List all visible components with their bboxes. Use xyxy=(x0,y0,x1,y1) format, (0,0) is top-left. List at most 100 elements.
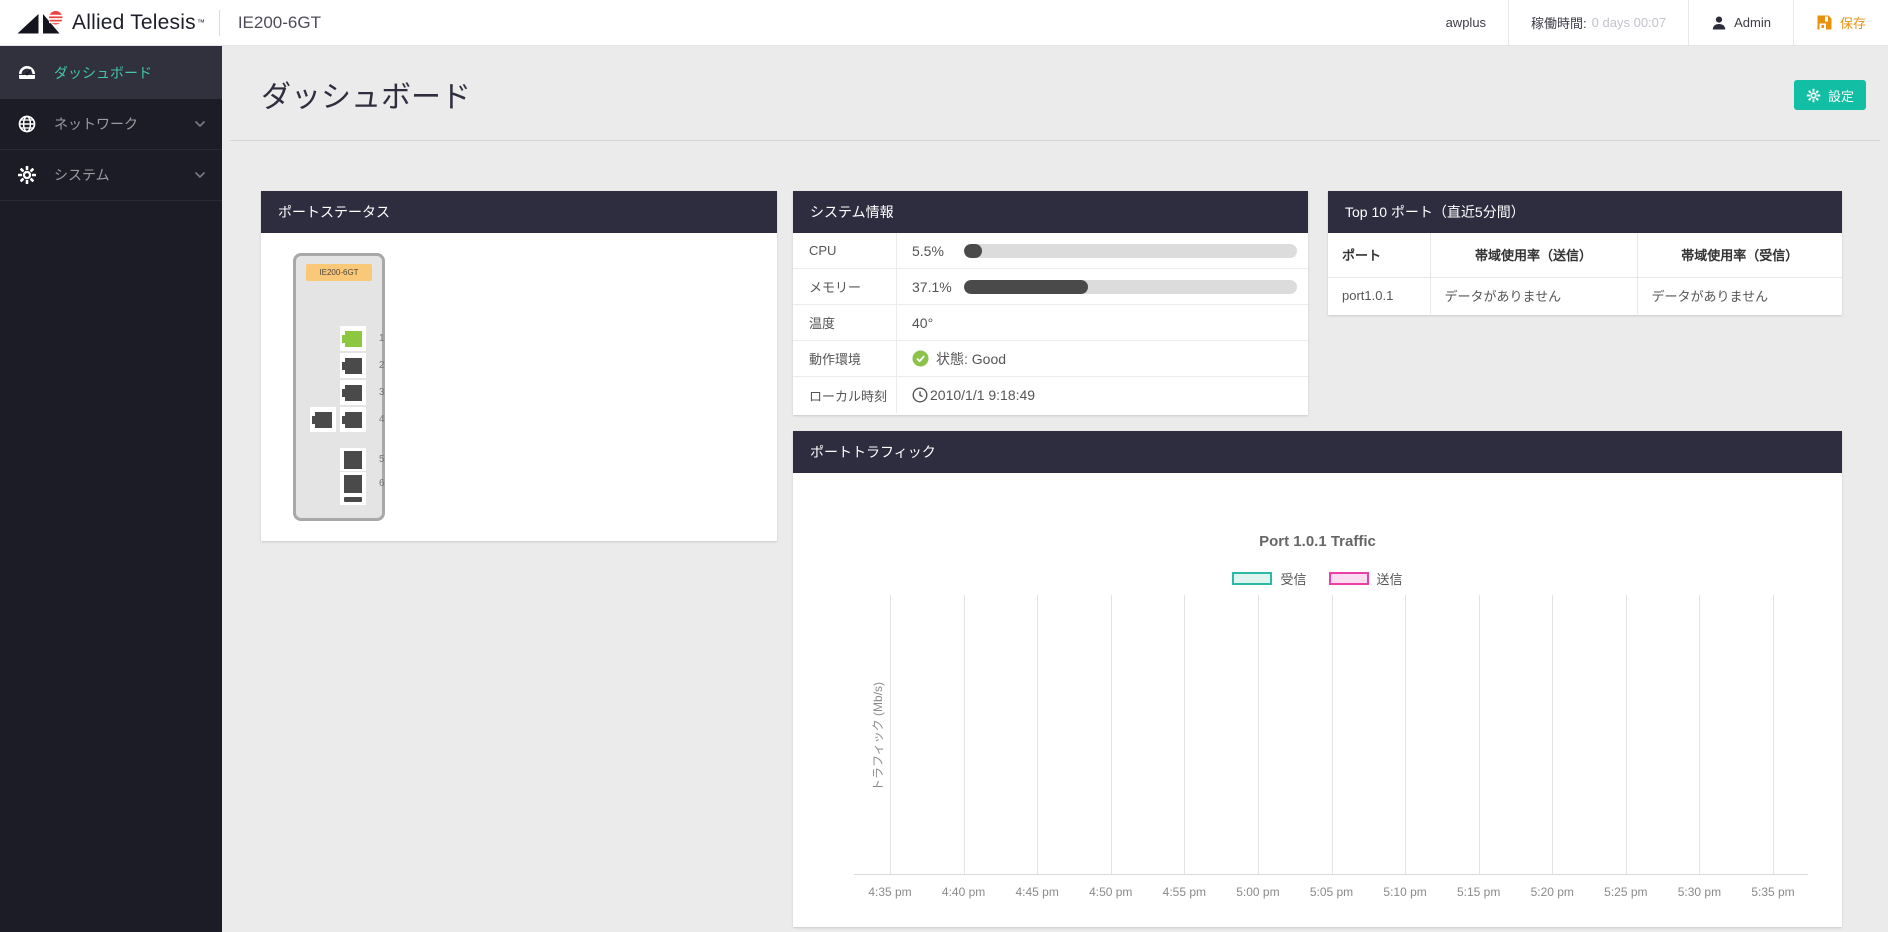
system-info-row-localtime: ローカル時刻 2010/1/1 9:18:49 xyxy=(793,377,1308,413)
chevron-down-icon xyxy=(194,171,206,179)
gear-icon xyxy=(16,164,38,186)
sidebar-item-dashboard[interactable]: ダッシュボード xyxy=(0,46,222,99)
chart-x-tick-labels: 4:35 pm 4:40 pm 4:45 pm 4:50 pm 4:55 pm … xyxy=(890,885,1773,901)
port-3-link-down-indicator xyxy=(345,385,362,401)
brand-triangles-icon xyxy=(16,8,64,38)
port-6[interactable] xyxy=(340,472,366,495)
uptime-label: 稼働時間: xyxy=(1531,13,1587,32)
port-1-number: 1 xyxy=(379,333,391,344)
main-content: ダッシュボード 設定 xyxy=(222,46,1888,932)
awplus-mode: awplus xyxy=(1424,0,1508,45)
port-3-number: 3 xyxy=(379,387,391,398)
port-5-link-down-indicator xyxy=(344,451,362,469)
cpu-percent: 5.5% xyxy=(912,243,964,259)
device-blank-slot xyxy=(340,493,366,505)
port-2[interactable] xyxy=(340,353,366,378)
column-bandwidth-rx: 帯域使用率（受信） xyxy=(1637,233,1842,277)
send-legend-label: 送信 xyxy=(1377,569,1403,588)
port-cell: port1.0.1 xyxy=(1328,277,1430,314)
column-bandwidth-tx: 帯域使用率（送信） xyxy=(1430,233,1637,277)
sidebar: ダッシュボード ネットワーク xyxy=(0,46,222,932)
x-tick: 4:45 pm xyxy=(1015,885,1058,899)
environment-label: 動作環境 xyxy=(793,341,897,376)
top-ports-data-row: port1.0.1 データがありません データがありません xyxy=(1328,277,1842,314)
tx-cell: データがありません xyxy=(1430,277,1637,314)
system-info-card-header: システム情報 xyxy=(793,191,1308,233)
x-tick: 4:55 pm xyxy=(1163,885,1206,899)
memory-label: メモリー xyxy=(793,269,897,304)
x-tick: 5:15 pm xyxy=(1457,885,1500,899)
sidebar-item-network[interactable]: ネットワーク xyxy=(0,99,222,150)
top-ports-table: ポート 帯域使用率（送信） 帯域使用率（受信） port1.0.1 データがあり… xyxy=(1328,233,1842,314)
chart-x-axis xyxy=(854,874,1808,875)
port-status-card-header: ポートステータス xyxy=(261,191,777,233)
rx-cell: データがありません xyxy=(1637,277,1842,314)
sidebar-item-label: システム xyxy=(54,165,110,185)
cpu-label: CPU xyxy=(793,233,897,268)
settings-button-label: 設定 xyxy=(1828,86,1854,105)
sidebar-item-label: ダッシュボード xyxy=(54,63,152,83)
x-tick: 5:25 pm xyxy=(1604,885,1647,899)
system-info-row-temperature: 温度 40° xyxy=(793,305,1308,341)
sidebar-item-system[interactable]: システム xyxy=(0,150,222,201)
x-tick: 5:00 pm xyxy=(1236,885,1279,899)
legend-item-receive[interactable]: 受信 xyxy=(1232,569,1306,588)
port-6-link-down-indicator xyxy=(344,475,362,493)
memory-percent: 37.1% xyxy=(912,279,964,295)
top-ports-card: Top 10 ポート（直近5分間） ポート 帯域使用率（送信） 帯域使用率（受信… xyxy=(1328,191,1842,315)
brand-name: Allied Telesis xyxy=(72,11,196,35)
memory-usage-bar xyxy=(964,280,1297,294)
user-icon xyxy=(1711,15,1727,31)
clock-icon xyxy=(912,387,928,403)
settings-button[interactable]: 設定 xyxy=(1794,80,1866,110)
send-swatch-icon xyxy=(1329,572,1369,585)
page-title: ダッシュボード xyxy=(261,72,471,116)
port-status-card: ポートステータス IE200-6GT 1 2 3 4 5 6 xyxy=(261,191,777,541)
port-4-number: 4 xyxy=(379,414,391,425)
traffic-chart: Port 1.0.1 Traffic 受信 送信 トラフィック (Mb/s) xyxy=(793,473,1842,927)
brand-trademark: ™ xyxy=(197,18,205,27)
chart-title: Port 1.0.1 Traffic xyxy=(793,533,1842,550)
sidebar-item-label: ネットワーク xyxy=(54,114,138,134)
awplus-label: awplus xyxy=(1446,15,1486,30)
cpu-usage-bar xyxy=(964,244,1297,258)
system-info-row-cpu: CPU 5.5% xyxy=(793,233,1308,269)
x-tick: 4:50 pm xyxy=(1089,885,1132,899)
uptime: 稼働時間: 0 days 00:07 xyxy=(1508,0,1688,45)
x-tick: 4:35 pm xyxy=(868,885,911,899)
chart-legend: 受信 送信 xyxy=(793,569,1842,588)
console-port[interactable] xyxy=(310,407,336,432)
port-3[interactable] xyxy=(340,380,366,405)
admin-label: Admin xyxy=(1734,15,1771,30)
top-ports-header-row: ポート 帯域使用率（送信） 帯域使用率（受信） xyxy=(1328,233,1842,277)
switch-device-graphic: IE200-6GT 1 2 3 4 5 6 xyxy=(293,253,385,521)
environment-status: 状態: Good xyxy=(936,349,1006,369)
port-4[interactable] xyxy=(340,407,366,432)
temperature-value: 40° xyxy=(912,315,933,331)
x-tick: 4:40 pm xyxy=(942,885,985,899)
x-tick: 5:35 pm xyxy=(1751,885,1794,899)
uptime-value: 0 days 00:07 xyxy=(1592,15,1666,30)
column-port: ポート xyxy=(1328,233,1430,277)
port-5[interactable] xyxy=(340,448,366,471)
receive-swatch-icon xyxy=(1232,572,1272,585)
port-2-number: 2 xyxy=(379,360,391,371)
port-1[interactable] xyxy=(340,326,366,351)
gauge-icon xyxy=(16,62,38,84)
gear-icon xyxy=(1806,88,1821,103)
save-button[interactable]: 保存 xyxy=(1793,0,1888,45)
system-info-card: システム情報 CPU 5.5% メモリー 37.1% xyxy=(793,191,1308,415)
x-tick: 5:10 pm xyxy=(1383,885,1426,899)
chevron-down-icon xyxy=(194,120,206,128)
legend-item-send[interactable]: 送信 xyxy=(1329,569,1403,588)
save-label: 保存 xyxy=(1840,13,1866,32)
allied-telesis-logo: Allied Telesis™ xyxy=(0,8,219,38)
port-1-link-up-indicator xyxy=(345,331,362,347)
port-4-link-down-indicator xyxy=(345,412,362,428)
title-divider xyxy=(230,140,1880,141)
localtime-label: ローカル時刻 xyxy=(793,377,897,413)
x-tick: 5:20 pm xyxy=(1531,885,1574,899)
admin-menu[interactable]: Admin xyxy=(1688,0,1793,45)
port-2-link-down-indicator xyxy=(345,358,362,374)
temperature-label: 温度 xyxy=(793,305,897,340)
